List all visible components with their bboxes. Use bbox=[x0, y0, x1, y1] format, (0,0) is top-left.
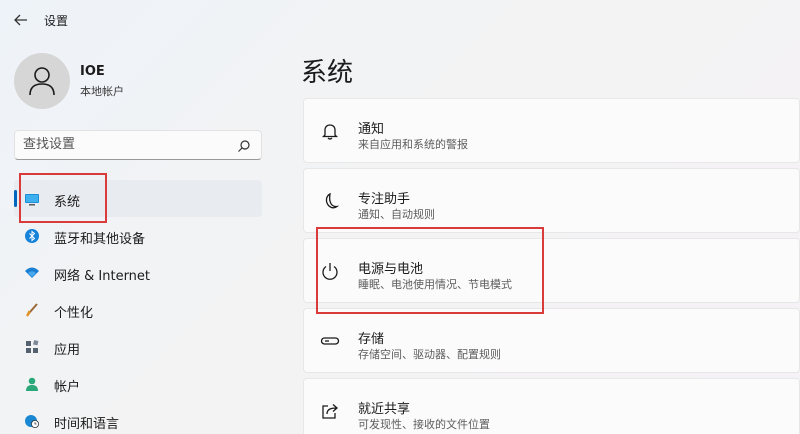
card-title: 通知 bbox=[358, 122, 385, 137]
sidebar-item-time-language[interactable]: 时间和语言 bbox=[14, 402, 262, 434]
sidebar-item-apps[interactable]: 应用 bbox=[14, 328, 262, 365]
highlight-box-system bbox=[19, 173, 107, 223]
account-icon bbox=[26, 377, 38, 391]
sidebar-item-accounts[interactable]: 帐户 bbox=[14, 365, 262, 402]
bell-icon bbox=[321, 124, 339, 140]
bluetooth-icon bbox=[25, 229, 39, 243]
settings-card-focus-assist[interactable]: 专注助手 通知、自动规则 bbox=[303, 168, 800, 233]
sidebar-item-label: 网络 & Internet bbox=[54, 269, 151, 284]
search-icon[interactable] bbox=[237, 139, 251, 153]
card-description: 可发现性、接收的文件位置 bbox=[358, 418, 490, 431]
card-title: 就近共享 bbox=[358, 402, 411, 417]
active-indicator bbox=[14, 190, 17, 207]
card-title: 存储 bbox=[358, 332, 385, 347]
search-input[interactable] bbox=[23, 137, 223, 152]
sidebar-item-network[interactable]: 网络 & Internet bbox=[14, 254, 262, 291]
globe-clock-icon bbox=[25, 415, 39, 428]
sidebar-item-label: 蓝牙和其他设备 bbox=[54, 232, 146, 247]
settings-card-storage[interactable]: 存储 存储空间、驱动器、配置规则 bbox=[303, 308, 800, 373]
title-bar: 设置 bbox=[0, 0, 800, 40]
avatar[interactable] bbox=[14, 53, 70, 109]
user-name: IOE bbox=[80, 64, 105, 79]
sidebar-item-label: 时间和语言 bbox=[54, 417, 120, 432]
back-arrow-icon[interactable] bbox=[12, 11, 30, 29]
search-box[interactable] bbox=[14, 130, 262, 160]
card-description: 通知、自动规则 bbox=[358, 208, 435, 221]
moon-icon bbox=[325, 192, 340, 209]
page-title: 系统 bbox=[301, 58, 354, 88]
settings-card-nearby-sharing[interactable]: 就近共享 可发现性、接收的文件位置 bbox=[303, 378, 800, 434]
apps-icon bbox=[26, 340, 39, 353]
brush-icon bbox=[26, 303, 38, 317]
share-icon bbox=[322, 404, 338, 419]
account-type: 本地帐户 bbox=[80, 85, 124, 98]
card-description: 来自应用和系统的警报 bbox=[358, 138, 468, 151]
sidebar-item-label: 帐户 bbox=[54, 380, 81, 395]
person-icon bbox=[29, 67, 55, 96]
highlight-box-power-battery bbox=[316, 227, 544, 314]
card-title: 专注助手 bbox=[358, 192, 411, 207]
app-title: 设置 bbox=[44, 14, 69, 28]
wifi-icon bbox=[25, 267, 39, 278]
sidebar-item-label: 应用 bbox=[54, 343, 81, 358]
sidebar-item-label: 个性化 bbox=[54, 306, 94, 321]
settings-card-notifications[interactable]: 通知 来自应用和系统的警报 bbox=[303, 98, 800, 163]
storage-icon bbox=[320, 337, 340, 345]
card-description: 存储空间、驱动器、配置规则 bbox=[358, 348, 501, 361]
sidebar-item-personalization[interactable]: 个性化 bbox=[14, 291, 262, 328]
